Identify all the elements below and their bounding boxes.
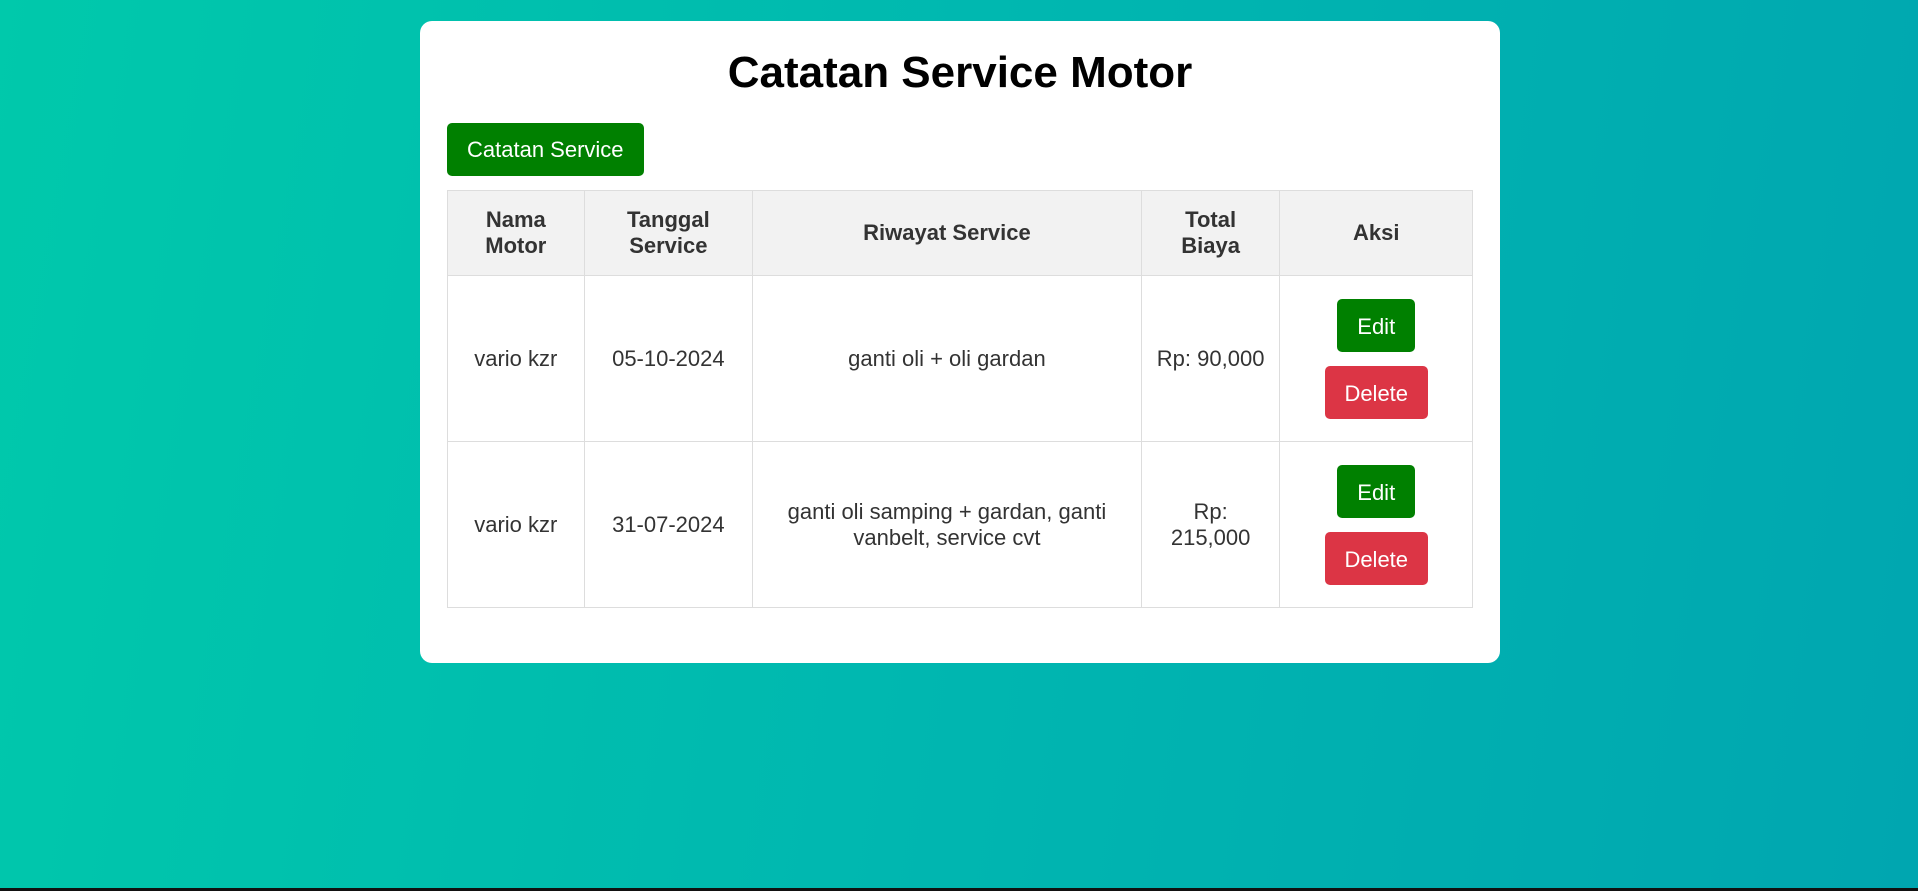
cell-tanggal: 31-07-2024 (583, 441, 754, 608)
header-tanggal-service: Tanggal Service (583, 190, 754, 276)
service-table: Nama Motor Tanggal Service Riwayat Servi… (447, 190, 1473, 608)
cell-riwayat: ganti oli samping + gardan, ganti vanbel… (752, 441, 1142, 608)
cell-tanggal: 05-10-2024 (583, 275, 754, 442)
cell-aksi: Edit Delete (1279, 441, 1473, 608)
table-row: vario kzr 31-07-2024 ganti oli samping +… (447, 441, 1473, 608)
table-header-row: Nama Motor Tanggal Service Riwayat Servi… (447, 190, 1473, 276)
page-title: Catatan Service Motor (727, 48, 1193, 97)
cell-biaya: Rp: 90,000 (1140, 275, 1281, 442)
delete-button[interactable]: Delete (1324, 365, 1428, 419)
edit-button[interactable]: Edit (1337, 298, 1416, 352)
cell-biaya: Rp: 215,000 (1140, 441, 1281, 608)
cell-aksi: Edit Delete (1279, 275, 1473, 442)
table-row: vario kzr 05-10-2024 ganti oli + oli gar… (447, 275, 1473, 442)
cell-nama-motor: vario kzr (447, 441, 585, 608)
add-service-button[interactable]: Catatan Service (447, 123, 644, 176)
header-nama-motor: Nama Motor (447, 190, 585, 276)
header-total-biaya: Total Biaya (1140, 190, 1281, 276)
delete-button[interactable]: Delete (1324, 531, 1428, 585)
cell-nama-motor: vario kzr (447, 275, 585, 442)
main-card: Catatan Service Motor Catatan Service Na… (420, 21, 1500, 663)
header-riwayat-service: Riwayat Service (752, 190, 1142, 276)
edit-button[interactable]: Edit (1337, 464, 1416, 518)
cell-riwayat: ganti oli + oli gardan (752, 275, 1142, 442)
header-aksi: Aksi (1279, 190, 1473, 276)
